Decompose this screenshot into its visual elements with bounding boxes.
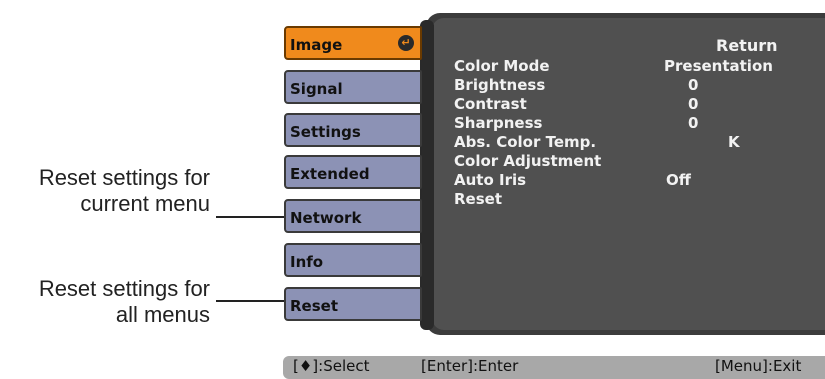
tab-signal[interactable]: Signal [284, 70, 422, 104]
tab-spine [420, 20, 434, 330]
menu-item-contrast[interactable]: Contrast 0 [450, 95, 810, 114]
menu-item-value: 0 [688, 95, 699, 113]
tab-extended[interactable]: Extended [284, 155, 422, 189]
tab-label: Settings [290, 123, 361, 141]
callout-reset-current: Reset settings for current menu [0, 165, 210, 217]
enter-icon: ↵ [398, 35, 414, 51]
callout-reset-current-line2: current menu [80, 191, 210, 216]
tab-label: Image [290, 36, 343, 54]
tab-image[interactable]: Image ↵ [284, 26, 422, 60]
menu-item-auto-iris[interactable]: Auto Iris Off [450, 171, 810, 190]
menu-item-label: Auto Iris [454, 171, 527, 189]
tab-info[interactable]: Info [284, 243, 422, 277]
menu-item-label: Reset [454, 190, 502, 208]
tab-network[interactable]: Network [284, 199, 422, 233]
status-enter-hint: [Enter]:Enter [421, 357, 519, 375]
menu-item-value: Off [666, 171, 691, 189]
tab-settings[interactable]: Settings [284, 113, 422, 147]
tab-reset[interactable]: Reset [284, 287, 422, 321]
status-bar: [♦]:Select [Enter]:Enter [Menu]:Exit [283, 356, 825, 379]
menu-item-abs-color-temp[interactable]: Abs. Color Temp. K [450, 133, 810, 152]
callout-reset-all: Reset settings for all menus [0, 276, 210, 328]
tab-label: Network [290, 209, 362, 227]
tab-label: Signal [290, 80, 343, 98]
menu-item-label: Sharpness [454, 114, 543, 132]
menu-item-value: 0 [688, 76, 699, 94]
menu-item-sharpness[interactable]: Sharpness 0 [450, 114, 810, 133]
callout-reset-current-line1: Reset settings for [38, 165, 210, 190]
menu-item-label: Brightness [454, 76, 546, 94]
callout-reset-all-line2: all menus [115, 302, 210, 327]
menu-list: Color Mode Presentation Brightness 0 Con… [450, 57, 810, 209]
tab-label: Info [290, 253, 324, 271]
menu-item-value: Presentation [664, 57, 773, 75]
callout-reset-all-line1: Reset settings for [38, 276, 210, 301]
status-select-hint: [♦]:Select [293, 357, 370, 375]
menu-item-color-adjustment[interactable]: Color Adjustment [450, 152, 810, 171]
menu-item-label: Contrast [454, 95, 527, 113]
menu-item-value: 0 [688, 114, 699, 132]
menu-item-label: Color Mode [454, 57, 550, 75]
return-item[interactable]: Return [716, 36, 786, 55]
callout-reset-all-leader [216, 300, 288, 302]
menu-item-reset[interactable]: Reset [450, 190, 810, 209]
menu-item-label: Abs. Color Temp. [454, 133, 597, 151]
menu-item-value: K [728, 133, 740, 151]
menu-item-label: Color Adjustment [454, 152, 602, 170]
tab-label: Reset [290, 297, 338, 315]
menu-item-brightness[interactable]: Brightness 0 [450, 76, 810, 95]
status-exit-hint: [Menu]:Exit [715, 357, 802, 375]
tab-label: Extended [290, 165, 370, 183]
menu-item-color-mode[interactable]: Color Mode Presentation [450, 57, 810, 76]
